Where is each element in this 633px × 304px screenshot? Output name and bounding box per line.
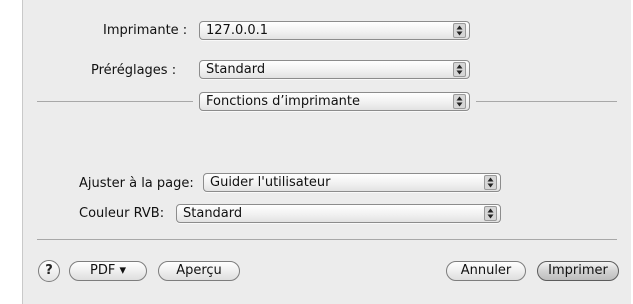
up-down-arrows-icon bbox=[484, 206, 497, 221]
presets-popup[interactable]: Standard bbox=[199, 60, 470, 79]
presets-value: Standard bbox=[206, 62, 266, 77]
rgb-color-value: Standard bbox=[183, 206, 243, 221]
fit-to-page-popup[interactable]: Guider l'utilisateur bbox=[203, 173, 501, 192]
printer-popup[interactable]: 127.0.0.1 bbox=[199, 21, 470, 40]
rgb-color-label: Couleur RVB: bbox=[79, 206, 165, 221]
presets-label: Préréglages : bbox=[91, 63, 177, 78]
up-down-arrows-icon bbox=[484, 175, 497, 190]
fit-to-page-label: Ajuster à la page: bbox=[79, 176, 194, 191]
print-button[interactable]: Imprimer bbox=[537, 261, 619, 281]
preview-button[interactable]: Aperçu bbox=[158, 261, 240, 281]
rgb-color-popup[interactable]: Standard bbox=[176, 204, 501, 223]
cancel-button[interactable]: Annuler bbox=[446, 261, 526, 281]
printer-label: Imprimante : bbox=[103, 23, 188, 38]
pane-popup[interactable]: Fonctions d’imprimante bbox=[199, 92, 470, 111]
up-down-arrows-icon bbox=[453, 94, 466, 109]
pane-value: Fonctions d’imprimante bbox=[206, 94, 360, 109]
pane-separator-left bbox=[37, 101, 193, 102]
fit-to-page-value: Guider l'utilisateur bbox=[210, 175, 331, 190]
footer-separator bbox=[37, 239, 617, 240]
up-down-arrows-icon bbox=[453, 62, 466, 77]
printer-value: 127.0.0.1 bbox=[206, 23, 269, 38]
up-down-arrows-icon bbox=[453, 23, 466, 38]
pdf-menu-button[interactable]: PDF ▾ bbox=[69, 261, 147, 281]
help-icon[interactable]: ? bbox=[38, 260, 60, 282]
print-dialog: Imprimante : 127.0.0.1 Préréglages : Sta… bbox=[22, 0, 631, 304]
pane-separator-right bbox=[476, 101, 617, 102]
